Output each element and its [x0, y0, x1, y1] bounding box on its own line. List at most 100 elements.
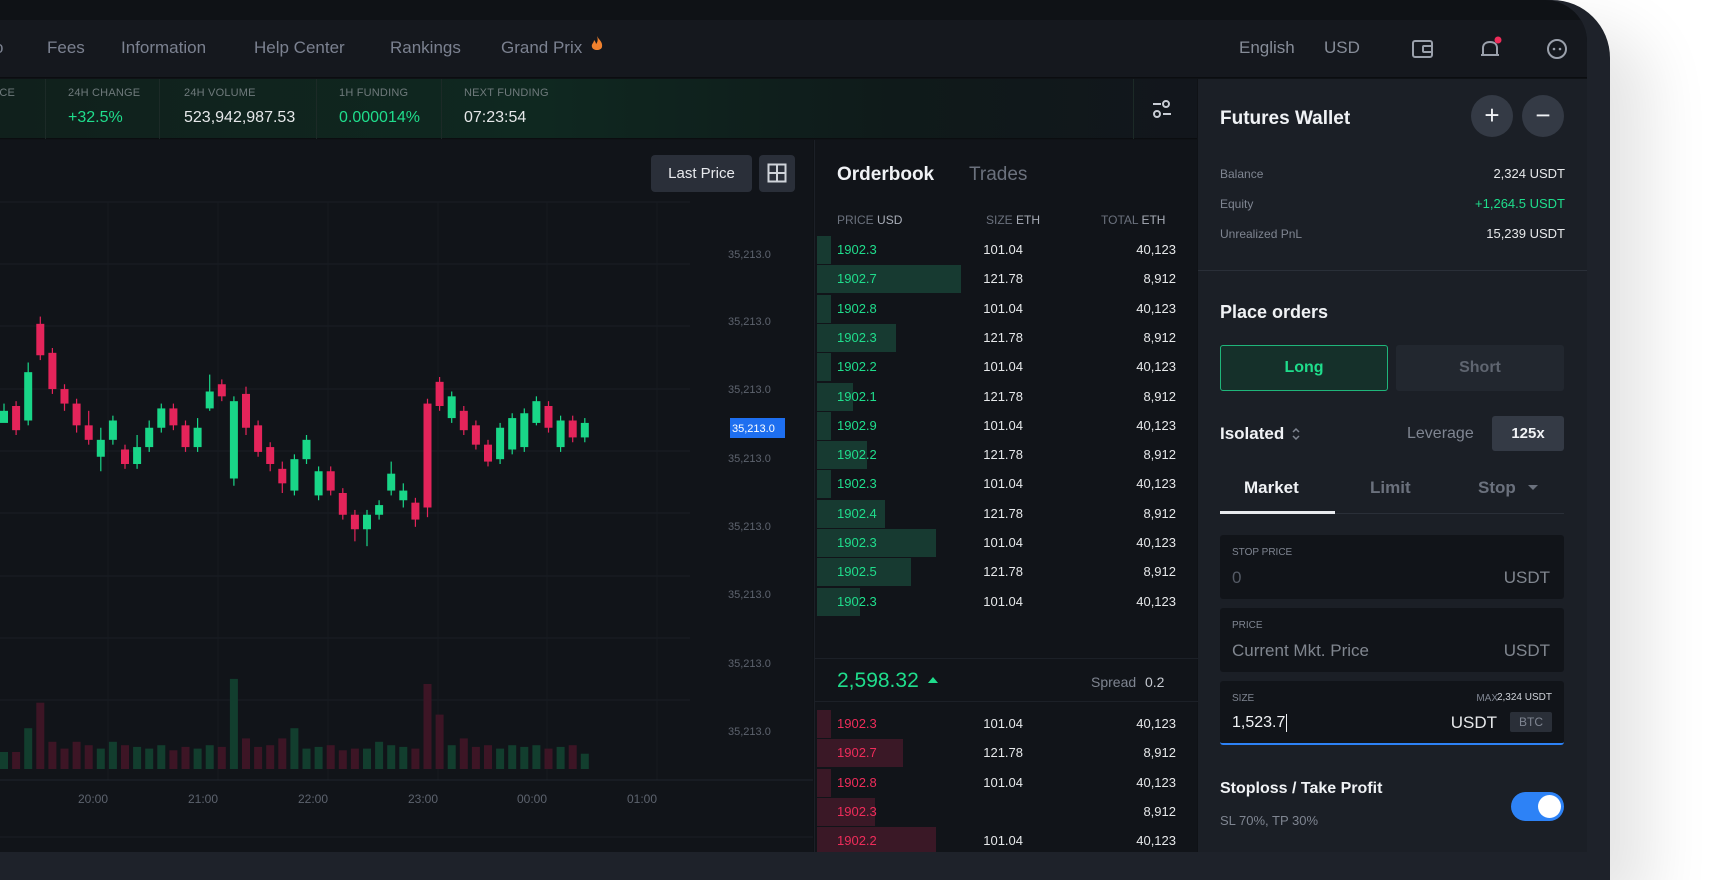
nav-item-partial[interactable]: o: [0, 38, 3, 58]
row-total: 8,912: [1143, 803, 1176, 819]
ask-row[interactable]: 1902.8 101.04 40,123: [815, 768, 1198, 798]
ask-row[interactable]: 1902.3 101.04 40,123: [815, 709, 1198, 739]
bid-row[interactable]: 1902.3 101.04 40,123: [815, 469, 1198, 499]
bid-row[interactable]: 1902.2 101.04 40,123: [815, 352, 1198, 382]
ask-row[interactable]: 1902.2 101.04 40,123: [815, 826, 1198, 852]
leverage-button[interactable]: 125x: [1492, 416, 1564, 451]
volume-bar: [580, 753, 589, 769]
pnl-label: Unrealized PnL: [1220, 227, 1303, 241]
header-price-label: PRICE: [837, 213, 874, 227]
size-input[interactable]: 1,523.7: [1232, 714, 1288, 732]
row-size: 101.04: [983, 833, 1023, 849]
bid-row[interactable]: 1902.2 121.78 8,912: [815, 440, 1198, 470]
candle-body: [508, 418, 517, 450]
funding-value: 0.000014%: [339, 109, 420, 126]
bid-row[interactable]: 1902.3 101.04 40,123: [815, 528, 1198, 558]
tab-stop[interactable]: Stop: [1478, 478, 1516, 498]
nav-item-rankings[interactable]: Rankings: [390, 38, 461, 58]
ticker-24h-volume: 24H VOLUME 523,942,987.53: [160, 79, 317, 139]
row-total: 40,123: [1136, 593, 1176, 609]
bid-row[interactable]: 1902.8 101.04 40,123: [815, 294, 1198, 324]
ask-row[interactable]: 1902.3 8,912: [815, 797, 1198, 827]
volume-bar: [447, 745, 456, 769]
bid-row[interactable]: 1902.9 101.04 40,123: [815, 411, 1198, 441]
deposit-button[interactable]: +: [1471, 95, 1513, 137]
chart-canvas[interactable]: 35,213.0 35,213.0 35,213.0 35,213.0 35,213.0…: [0, 140, 813, 852]
volume-bar: [544, 748, 553, 769]
row-price: 1902.8: [837, 774, 877, 790]
volume-bar: [532, 745, 541, 769]
ticker-price: RICE 3: [0, 79, 46, 139]
bid-row[interactable]: 1902.7 121.78 8,912: [815, 264, 1198, 294]
margin-mode-select[interactable]: Isolated: [1220, 424, 1284, 444]
candle-body: [459, 410, 468, 431]
tab-orderbook[interactable]: Orderbook: [837, 164, 934, 186]
volume-bar: [387, 745, 396, 769]
row-size: 121.78: [983, 564, 1023, 580]
candle-body: [471, 425, 480, 445]
sltp-toggle[interactable]: [1511, 792, 1564, 821]
stop-price-field[interactable]: STOP PRICE 0 USDT: [1220, 535, 1564, 599]
balance-label: Balance: [1220, 167, 1264, 181]
toggle-knob: [1538, 795, 1561, 818]
size-field[interactable]: SIZE MAX 2,324 USDT 1,523.7 USDT BTC: [1220, 681, 1564, 745]
nav-item-grand-prix[interactable]: Grand Prix: [501, 38, 582, 58]
row-price: 1902.3: [837, 716, 877, 731]
wallet-icon[interactable]: [1410, 36, 1436, 62]
volume-bar: [108, 741, 117, 769]
bell-icon[interactable]: [1477, 36, 1503, 62]
plus-icon: +: [1484, 100, 1500, 130]
price-field[interactable]: PRICE Current Mkt. Price USDT: [1220, 608, 1564, 672]
withdraw-button[interactable]: −: [1522, 95, 1564, 137]
candle-body: [326, 471, 335, 491]
tab-trades[interactable]: Trades: [969, 164, 1027, 186]
nav-item-information[interactable]: Information: [121, 38, 206, 58]
header-size-label: SIZE: [986, 213, 1013, 227]
price-chart[interactable]: 35,213.0 35,213.0 35,213.0 35,213.0 35,213.0…: [0, 140, 813, 852]
ask-row[interactable]: 1902.7 121.78 8,912: [815, 738, 1198, 768]
volume-bar: [363, 748, 371, 769]
long-button[interactable]: Long: [1220, 345, 1388, 391]
y-tick-label: 35,213.0: [728, 589, 771, 601]
volume-bar: [96, 748, 105, 769]
currency-selector[interactable]: USD: [1324, 38, 1360, 58]
sliders-icon[interactable]: [1150, 97, 1174, 121]
bid-row[interactable]: 1902.3 101.04 40,123: [815, 235, 1198, 265]
volume-bar: [326, 745, 335, 769]
volume-bar: [84, 745, 93, 769]
bid-row[interactable]: 1902.3 101.04 40,123: [815, 587, 1198, 617]
language-selector[interactable]: English: [1239, 38, 1295, 58]
candle-body: [447, 396, 456, 419]
row-price: 1902.4: [837, 505, 877, 521]
depth-bar: [817, 236, 832, 264]
stop-price-input[interactable]: 0: [1232, 568, 1241, 588]
y-tick-label: 35,213.0: [728, 453, 771, 465]
candle-body: [580, 422, 589, 438]
row-price: 1902.2: [837, 447, 877, 463]
nav-item-fees[interactable]: Fees: [47, 38, 85, 58]
tab-limit[interactable]: Limit: [1370, 478, 1411, 498]
bid-row[interactable]: 1902.4 121.78 8,912: [815, 499, 1198, 529]
bid-row[interactable]: 1902.1 121.78 8,912: [815, 382, 1198, 412]
tab-market[interactable]: Market: [1244, 478, 1299, 498]
sort-arrows-icon[interactable]: [1291, 426, 1301, 442]
candle-body: [133, 447, 142, 464]
bid-row[interactable]: 1902.5 121.78 8,912: [815, 557, 1198, 587]
candle-body: [84, 425, 93, 440]
price-input[interactable]: Current Mkt. Price: [1232, 641, 1369, 661]
row-total: 8,912: [1143, 329, 1176, 345]
nav-item-help-center[interactable]: Help Center: [254, 38, 345, 58]
row-total: 40,123: [1136, 242, 1176, 257]
chevron-down-icon[interactable]: [1528, 485, 1538, 491]
equity-label: Equity: [1220, 197, 1254, 211]
unit-toggle-btc[interactable]: BTC: [1510, 712, 1552, 732]
last-price-button[interactable]: Last Price: [651, 155, 752, 192]
profile-icon[interactable]: [1544, 36, 1570, 62]
bid-row[interactable]: 1902.3 121.78 8,912: [815, 323, 1198, 353]
short-button[interactable]: Short: [1396, 345, 1564, 391]
candle-body: [181, 425, 190, 448]
row-price: 1902.8: [837, 300, 877, 316]
layout-button[interactable]: [759, 155, 795, 192]
size-unit: USDT: [1450, 713, 1497, 732]
divider: [1198, 270, 1587, 271]
